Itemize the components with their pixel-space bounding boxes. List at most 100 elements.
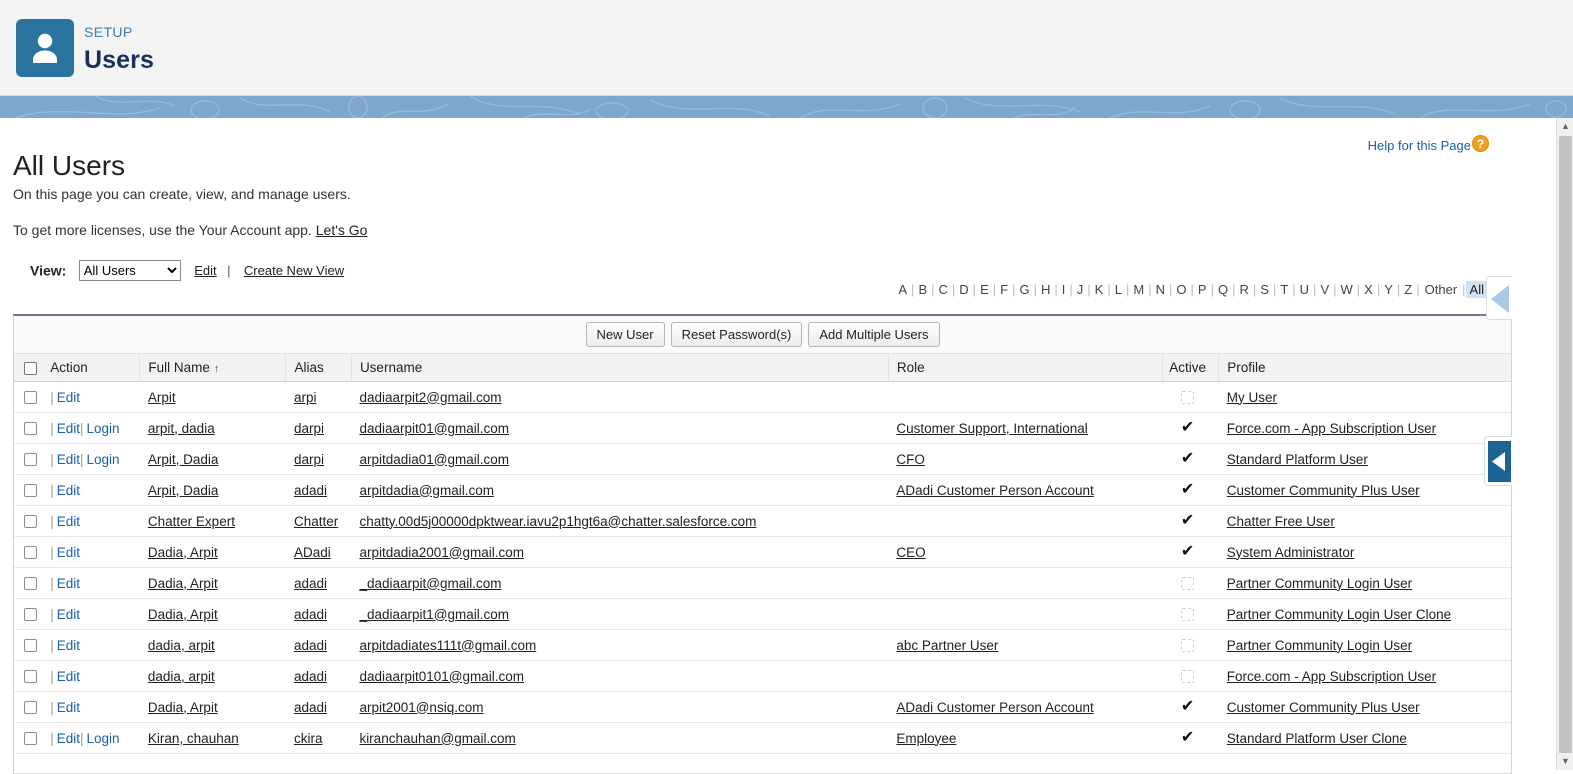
full-name-link[interactable]: Dadia, Arpit <box>148 700 218 715</box>
row-action-login-link[interactable]: Login <box>87 731 120 746</box>
create-new-view-link[interactable]: Create New View <box>244 263 344 278</box>
full-name-link[interactable]: Dadia, Arpit <box>148 607 218 622</box>
row-action-edit-link[interactable]: Edit <box>57 607 80 622</box>
alias-link[interactable]: ADadi <box>294 545 331 560</box>
username-link[interactable]: dadiaarpit2@gmail.com <box>359 390 501 405</box>
alphabet-filter-h[interactable]: H <box>1037 281 1054 298</box>
alias-link[interactable]: adadi <box>294 607 327 622</box>
alphabet-filter-z[interactable]: Z <box>1400 281 1416 298</box>
alphabet-filter-q[interactable]: Q <box>1214 281 1232 298</box>
row-action-edit-link[interactable]: Edit <box>57 514 80 529</box>
full-name-link[interactable]: Dadia, Arpit <box>148 545 218 560</box>
reset-passwords-button[interactable]: Reset Password(s) <box>671 322 803 347</box>
alphabet-filter-e[interactable]: E <box>976 281 993 298</box>
full-name-link[interactable]: arpit, dadia <box>148 421 215 436</box>
row-action-edit-link[interactable]: Edit <box>57 390 80 405</box>
full-name-link[interactable]: dadia, arpit <box>148 638 215 653</box>
full-name-link[interactable]: dadia, arpit <box>148 669 215 684</box>
role-link[interactable]: CEO <box>896 545 925 560</box>
row-action-edit-link[interactable]: Edit <box>57 638 80 653</box>
row-select-checkbox[interactable] <box>24 608 37 621</box>
profile-link[interactable]: System Administrator <box>1227 545 1355 560</box>
row-select-checkbox[interactable] <box>24 577 37 590</box>
add-multiple-users-button[interactable]: Add Multiple Users <box>808 322 939 347</box>
alphabet-filter-c[interactable]: C <box>935 281 952 298</box>
alphabet-filter-f[interactable]: F <box>996 281 1012 298</box>
full-name-link[interactable]: Arpit <box>148 390 176 405</box>
alias-link[interactable]: arpi <box>294 390 317 405</box>
role-link[interactable]: Employee <box>896 731 956 746</box>
full-name-link[interactable]: Dadia, Arpit <box>148 576 218 591</box>
alias-link[interactable]: darpi <box>294 452 324 467</box>
role-link[interactable]: ADadi Customer Person Account <box>896 700 1093 715</box>
row-action-edit-link[interactable]: Edit <box>57 421 80 436</box>
alphabet-filter-m[interactable]: M <box>1129 281 1148 298</box>
select-all-checkbox[interactable] <box>24 362 37 375</box>
row-action-edit-link[interactable]: Edit <box>57 576 80 591</box>
profile-link[interactable]: Force.com - App Subscription User <box>1227 669 1436 684</box>
alphabet-filter-other[interactable]: Other <box>1420 281 1463 298</box>
new-user-button[interactable]: New User <box>586 322 665 347</box>
full-name-link[interactable]: Kiran, chauhan <box>148 731 239 746</box>
profile-link[interactable]: Customer Community Plus User <box>1227 483 1420 498</box>
username-link[interactable]: arpitdadia@gmail.com <box>359 483 494 498</box>
row-action-login-link[interactable]: Login <box>87 452 120 467</box>
username-link[interactable]: _dadiaarpit@gmail.com <box>359 576 501 591</box>
row-select-checkbox[interactable] <box>24 732 37 745</box>
row-action-login-link[interactable]: Login <box>87 421 120 436</box>
column-header-full-name[interactable]: Full Name↑ <box>140 354 286 382</box>
profile-link[interactable]: Standard Platform User <box>1227 452 1368 467</box>
page-scrollbar[interactable]: ▲ ▼ <box>1556 118 1573 770</box>
row-action-edit-link[interactable]: Edit <box>57 452 80 467</box>
username-link[interactable]: _dadiaarpit1@gmail.com <box>359 607 509 622</box>
row-select-checkbox[interactable] <box>24 546 37 559</box>
view-select[interactable]: All Users <box>79 260 181 281</box>
column-header-alias[interactable]: Alias <box>286 354 351 382</box>
alias-link[interactable]: ckira <box>294 731 323 746</box>
role-link[interactable]: ADadi Customer Person Account <box>896 483 1093 498</box>
lets-go-link[interactable]: Let's Go <box>316 222 368 238</box>
alphabet-filter-i[interactable]: I <box>1058 281 1070 298</box>
help-for-this-page-link[interactable]: Help for this Page <box>1368 138 1471 153</box>
full-name-link[interactable]: Arpit, Dadia <box>148 483 219 498</box>
username-link[interactable]: dadiaarpit01@gmail.com <box>359 421 509 436</box>
alphabet-filter-b[interactable]: B <box>914 281 931 298</box>
alphabet-filter-o[interactable]: O <box>1172 281 1190 298</box>
alphabet-filter-g[interactable]: G <box>1015 281 1033 298</box>
row-select-checkbox[interactable] <box>24 670 37 683</box>
alias-link[interactable]: adadi <box>294 669 327 684</box>
alphabet-filter-w[interactable]: W <box>1337 281 1357 298</box>
profile-link[interactable]: Standard Platform User Clone <box>1227 731 1407 746</box>
alphabet-filter-j[interactable]: J <box>1073 281 1088 298</box>
alphabet-filter-k[interactable]: K <box>1091 281 1108 298</box>
row-action-edit-link[interactable]: Edit <box>57 669 80 684</box>
column-header-username[interactable]: Username <box>351 354 888 382</box>
alphabet-filter-a[interactable]: A <box>894 281 911 298</box>
alias-link[interactable]: adadi <box>294 576 327 591</box>
full-name-link[interactable]: Arpit, Dadia <box>148 452 219 467</box>
profile-link[interactable]: Chatter Free User <box>1227 514 1335 529</box>
username-link[interactable]: chatty.00d5j00000dpktwear.iavu2p1hgt6a@c… <box>359 514 756 529</box>
scrollbar-thumb[interactable] <box>1559 136 1572 756</box>
role-link[interactable]: CFO <box>896 452 925 467</box>
row-action-edit-link[interactable]: Edit <box>57 545 80 560</box>
profile-link[interactable]: My User <box>1227 390 1277 405</box>
sidebar-collapse-toggle[interactable] <box>1484 436 1512 486</box>
role-link[interactable]: abc Partner User <box>896 638 998 653</box>
alphabet-filter-l[interactable]: L <box>1111 281 1126 298</box>
row-select-checkbox[interactable] <box>24 453 37 466</box>
alphabet-filter-s[interactable]: S <box>1256 281 1273 298</box>
alphabet-filter-all[interactable]: All <box>1466 281 1488 298</box>
username-link[interactable]: arpitdadia01@gmail.com <box>359 452 509 467</box>
alphabet-filter-t[interactable]: T <box>1276 281 1292 298</box>
row-action-edit-link[interactable]: Edit <box>57 731 80 746</box>
alias-link[interactable]: adadi <box>294 638 327 653</box>
profile-link[interactable]: Partner Community Login User Clone <box>1227 607 1451 622</box>
alphabet-filter-u[interactable]: U <box>1296 281 1313 298</box>
alphabet-filter-n[interactable]: N <box>1152 281 1169 298</box>
row-action-edit-link[interactable]: Edit <box>57 700 80 715</box>
username-link[interactable]: arpitdadiates111t@gmail.com <box>359 638 536 653</box>
row-select-checkbox[interactable] <box>24 484 37 497</box>
profile-link[interactable]: Force.com - App Subscription User <box>1227 421 1436 436</box>
scroll-up-arrow-icon[interactable]: ▲ <box>1557 118 1573 135</box>
